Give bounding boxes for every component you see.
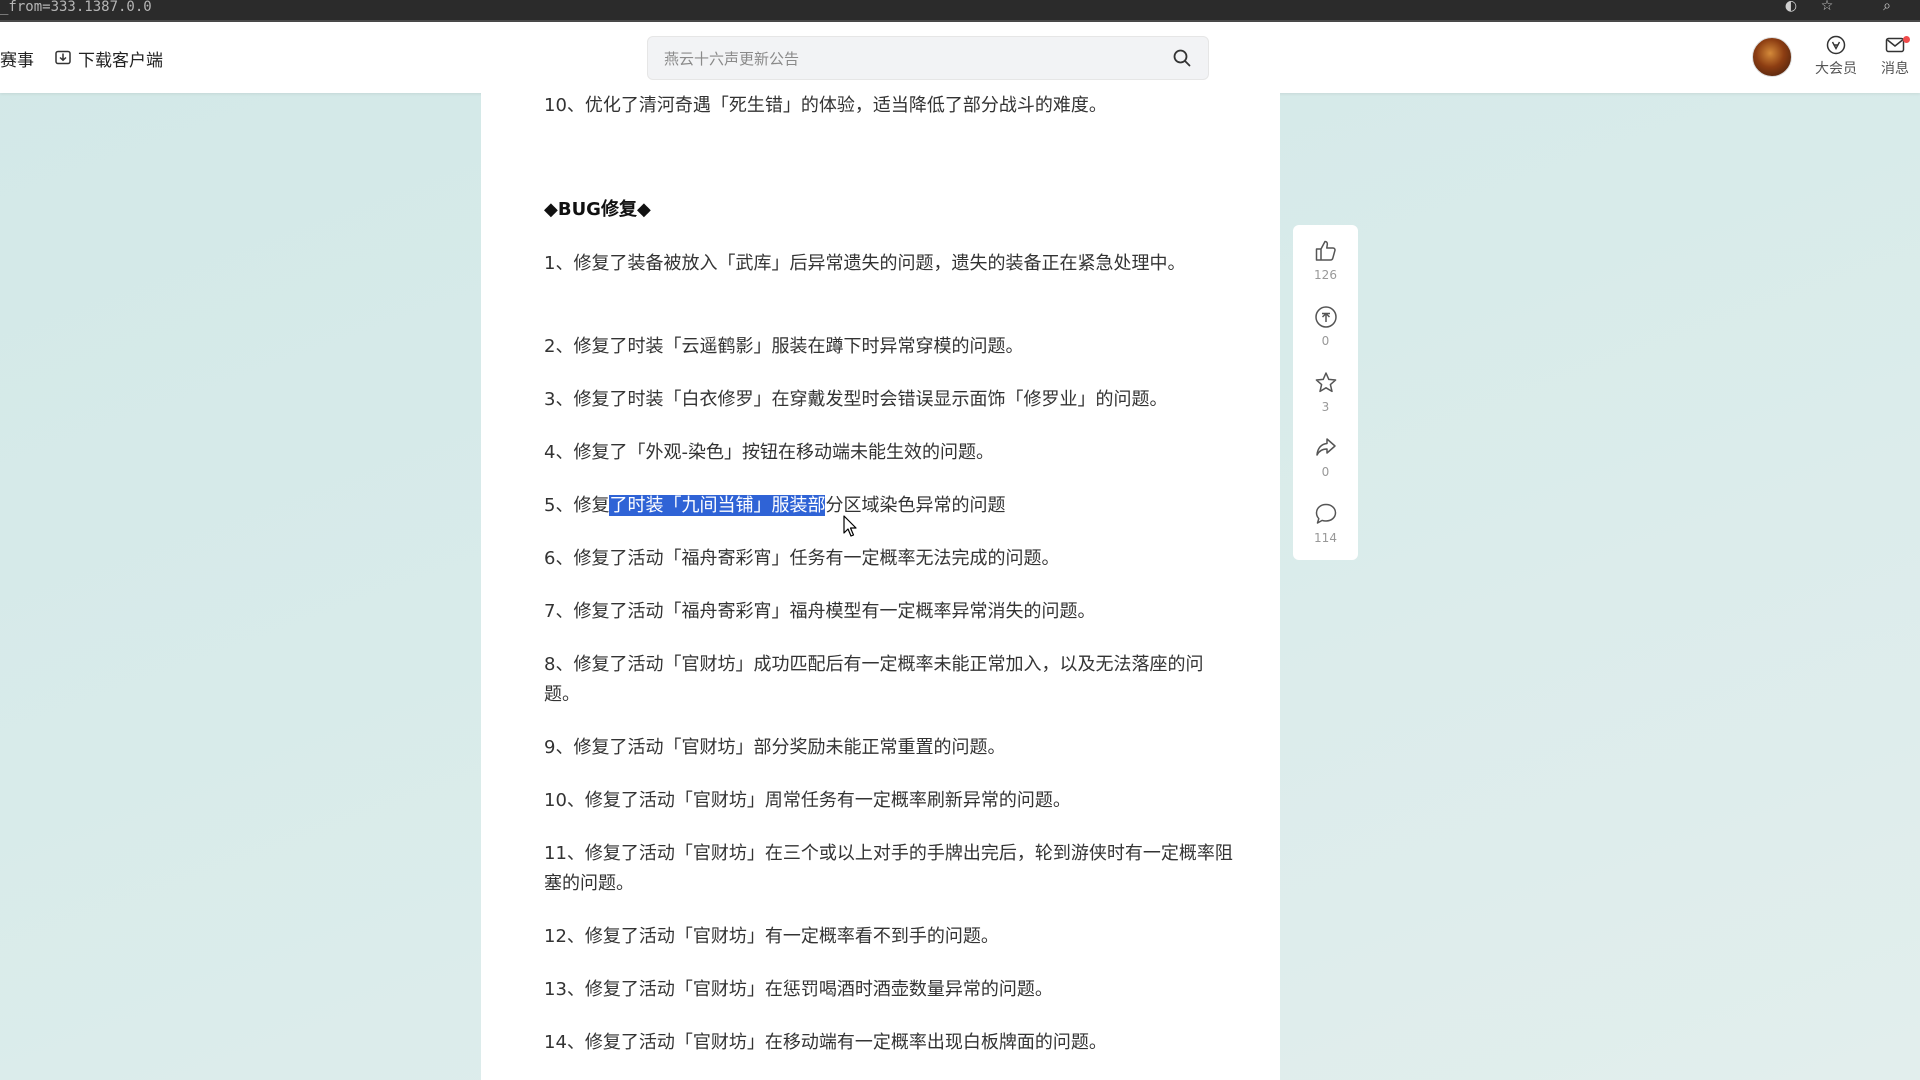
thumbs-up-icon — [1315, 240, 1336, 261]
download-client-link[interactable]: 下载客户端 — [54, 46, 163, 71]
search-box — [647, 36, 1209, 81]
selected-text: 了时装「九间当铺」服装部 — [609, 495, 826, 516]
message-label: 消息 — [1881, 61, 1909, 77]
bug-fix-item: 6、修复了活动「福舟寄彩宵」任务有一定概率无法完成的问题。 — [544, 548, 1060, 569]
avatar[interactable] — [1752, 37, 1792, 77]
like-button[interactable]: 126 — [1293, 238, 1358, 282]
like-count: 126 — [1314, 268, 1337, 282]
selection-before: 5、修复 — [544, 495, 610, 516]
bug-fix-item: 12、修复了活动「官财坊」有一定概率看不到手的问题。 — [544, 926, 999, 947]
vip-label: 大会员 — [1815, 61, 1857, 77]
mouse-cursor-icon — [843, 515, 857, 537]
bug-fix-item: 13、修复了活动「官财坊」在惩罚喝酒时酒壶数量异常的问题。 — [544, 979, 1053, 1000]
bug-fix-item-selected: 5、修复了时装「九间当铺」服装部分区域染色异常的问题 — [544, 491, 1234, 521]
comment-count: 114 — [1314, 531, 1337, 545]
bug-fix-item: 14、修复了活动「官财坊」在移动端有一定概率出现白板牌面的问题。 — [544, 1032, 1107, 1053]
selection-after: 分区域染色异常的问题 — [825, 495, 1006, 516]
extension-icon[interactable]: ◐ — [1782, 0, 1800, 13]
share-icon — [1315, 438, 1336, 456]
coin-icon — [1314, 306, 1337, 328]
comment-icon — [1315, 503, 1336, 524]
share-count: 0 — [1321, 465, 1330, 479]
url-fragment[interactable]: _from=333.1387.0.0 — [0, 0, 152, 14]
share-button[interactable]: 0 — [1293, 435, 1358, 479]
bug-fix-item: 1、修复了装备被放入「武库」后异常遗失的问题，遗失的装备正在紧急处理中。 — [544, 253, 1186, 274]
coin-button[interactable]: 0 — [1293, 304, 1358, 348]
nav-item-label: 下载客户端 — [78, 50, 163, 71]
search-icon[interactable] — [1172, 48, 1192, 68]
search-icon[interactable]: ⌕ — [1878, 0, 1896, 13]
message-button[interactable]: 消息 — [1867, 34, 1920, 78]
vip-icon — [1826, 35, 1846, 55]
vip-button[interactable]: 大会员 — [1808, 34, 1864, 78]
article-content: 10、优化了清河奇遇「死生错」的体验，适当降低了部分战斗的难度。 ◆BUG修复◆… — [481, 93, 1280, 1080]
download-icon — [55, 50, 71, 65]
article-action-bar: 126 0 3 0 114 — [1293, 225, 1358, 560]
browser-toolbar: _from=333.1387.0.0 ◐ ☆ ⌕ — [0, 0, 1920, 22]
nav-item-events[interactable]: 赛事 — [0, 46, 34, 71]
coin-count: 0 — [1321, 334, 1330, 348]
favorite-count: 3 — [1321, 400, 1330, 414]
bug-fix-item: 11、修复了活动「官财坊」在三个或以上对手的手牌出完后，轮到游侠时有一定概率阻塞… — [544, 843, 1233, 894]
bug-fix-item: 9、修复了活动「官财坊」部分奖励未能正常重置的问题。 — [544, 737, 1006, 758]
search-input[interactable] — [662, 37, 1146, 81]
header-nav: 赛事 下载客户端 — [0, 44, 163, 72]
section-title: ◆BUG修复◆ — [544, 199, 651, 220]
bug-fix-item: 10、修复了活动「官财坊」周常任务有一定概率刷新异常的问题。 — [544, 790, 1071, 811]
star-icon[interactable]: ☆ — [1818, 0, 1836, 13]
bug-fix-item: 3、修复了时装「白衣修罗」在穿戴发型时会错误显示面饰「修罗业」的问题。 — [544, 389, 1168, 410]
bug-fix-item: 8、修复了活动「官财坊」成功匹配后有一定概率未能正常加入，以及无法落座的问题。 — [544, 654, 1204, 705]
star-icon — [1315, 372, 1336, 393]
comment-button[interactable]: 114 — [1293, 501, 1358, 545]
bug-fix-item: 7、修复了活动「福舟寄彩宵」福舟模型有一定概率异常消失的问题。 — [544, 601, 1096, 622]
bug-fix-item: 2、修复了时装「云遥鹤影」服装在蹲下时异常穿模的问题。 — [544, 336, 1024, 357]
favorite-button[interactable]: 3 — [1293, 370, 1358, 414]
site-header: 赛事 下载客户端 大会员 消息 — [0, 22, 1920, 93]
bug-fix-item: 4、修复了「外观-染色」按钮在移动端未能生效的问题。 — [544, 442, 994, 463]
article-paragraph: 10、优化了清河奇遇「死生错」的体验，适当降低了部分战斗的难度。 — [544, 95, 1107, 116]
nav-item-label: 赛事 — [0, 50, 34, 71]
notification-dot — [1903, 36, 1910, 43]
